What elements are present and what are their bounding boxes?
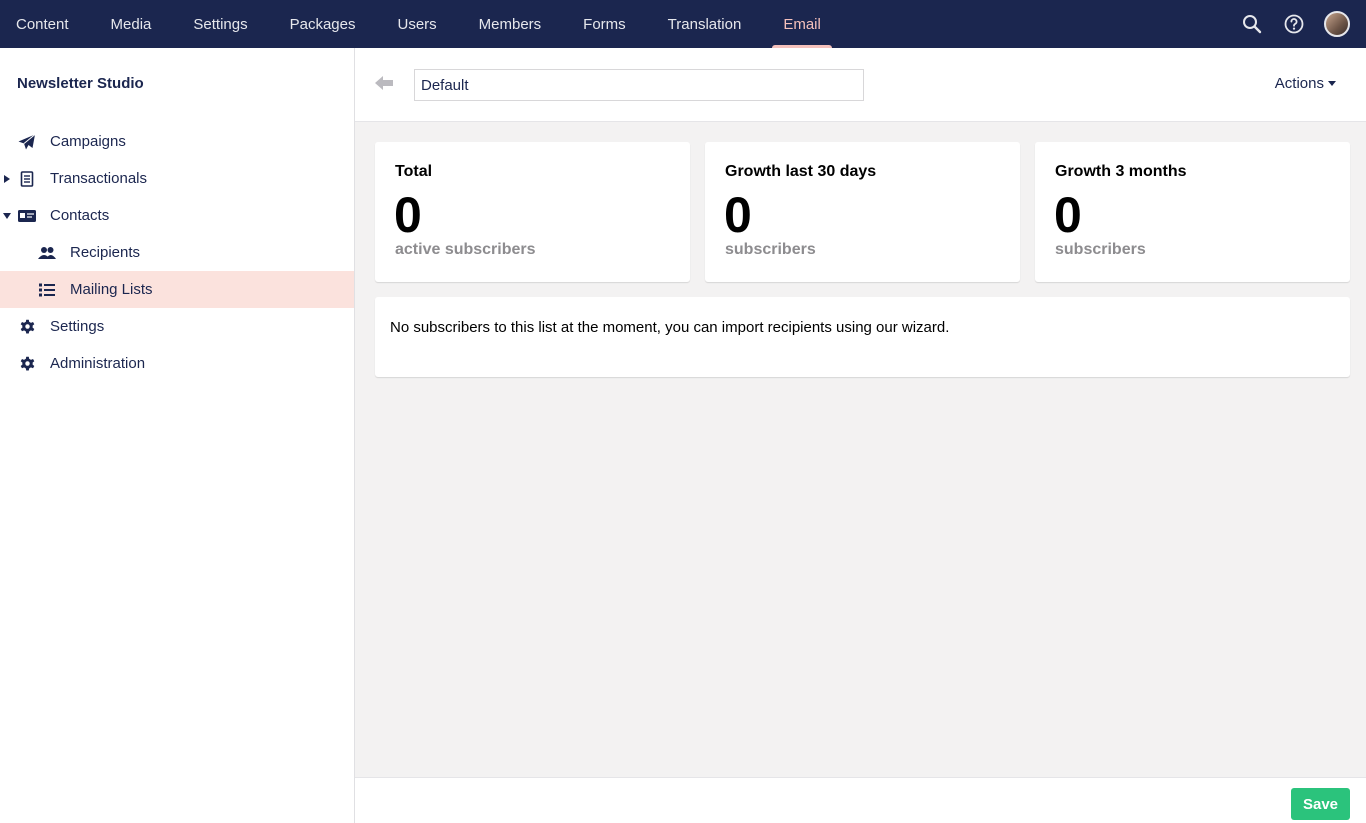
paper-plane-icon	[18, 133, 36, 151]
sidebar-item-label: Settings	[50, 318, 105, 335]
nav-translation[interactable]: Translation	[647, 0, 763, 48]
top-right-tools	[1240, 0, 1350, 48]
editor-footer: Save	[355, 777, 1366, 823]
stat-card-total: Total 0 active subscribers	[375, 142, 690, 282]
stat-title: Growth last 30 days	[725, 163, 877, 180]
stat-card-growth-30-days: Growth last 30 days 0 subscribers	[705, 142, 1020, 282]
user-avatar[interactable]	[1324, 11, 1350, 37]
top-navigation-bar: Content Media Settings Packages Users Me…	[0, 0, 1366, 48]
nav-forms[interactable]: Forms	[562, 0, 647, 48]
nav-settings[interactable]: Settings	[172, 0, 268, 48]
sidebar-title: Newsletter Studio	[17, 75, 144, 92]
search-icon[interactable]	[1240, 12, 1264, 36]
nav-users[interactable]: Users	[376, 0, 457, 48]
sidebar-item-settings[interactable]: Settings	[0, 308, 354, 345]
nav-email[interactable]: Email	[762, 0, 842, 48]
gear-icon	[18, 318, 36, 336]
stat-card-growth-3-months: Growth 3 months 0 subscribers	[1035, 142, 1350, 282]
stat-title: Growth 3 months	[1055, 163, 1187, 180]
sidebar-item-label: Mailing Lists	[70, 281, 153, 298]
section-nav: Content Media Settings Packages Users Me…	[0, 0, 842, 48]
receipt-icon	[18, 170, 36, 188]
help-icon[interactable]	[1282, 12, 1306, 36]
sidebar-item-label: Campaigns	[50, 133, 126, 150]
nav-members[interactable]: Members	[458, 0, 563, 48]
nav-media[interactable]: Media	[90, 0, 173, 48]
sidebar-item-label: Administration	[50, 355, 146, 372]
nav-content[interactable]: Content	[0, 0, 90, 48]
sidebar-item-transactionals[interactable]: Transactionals	[0, 160, 354, 197]
back-arrow-icon[interactable]	[375, 76, 395, 92]
sidebar-item-campaigns[interactable]: Campaigns	[0, 123, 354, 160]
users-icon	[38, 244, 56, 262]
stat-value: 0	[1054, 187, 1082, 243]
sidebar-item-label: Transactionals	[50, 170, 147, 187]
sidebar-tree: Campaigns Transactionals Contacts Recipi…	[0, 123, 354, 382]
stat-subtitle: subscribers	[725, 241, 816, 258]
editor-header: Actions	[355, 48, 1366, 122]
stat-subtitle: subscribers	[1055, 241, 1146, 258]
gear-icon	[18, 355, 36, 373]
stat-title: Total	[395, 163, 433, 180]
sidebar-item-administration[interactable]: Administration	[0, 345, 354, 382]
actions-label: Actions	[1274, 75, 1324, 92]
stat-subtitle: active subscribers	[395, 241, 536, 258]
id-card-icon	[18, 207, 36, 225]
caret-down-icon	[1328, 81, 1336, 86]
stat-value: 0	[394, 187, 422, 243]
empty-state-message: No subscribers to this list at the momen…	[390, 319, 950, 336]
sidebar: Newsletter Studio Campaigns Transactiona…	[0, 48, 355, 823]
actions-menu[interactable]: Actions	[1275, 75, 1336, 92]
sidebar-item-label: Recipients	[70, 244, 141, 261]
caret-down-icon[interactable]	[3, 212, 11, 220]
list-name-input[interactable]	[414, 69, 864, 101]
nav-packages[interactable]: Packages	[269, 0, 377, 48]
sidebar-item-mailing-lists[interactable]: Mailing Lists	[0, 271, 354, 308]
empty-state-panel: No subscribers to this list at the momen…	[375, 297, 1350, 377]
save-button[interactable]: Save	[1291, 788, 1350, 820]
list-icon	[38, 281, 56, 299]
sidebar-item-label: Contacts	[50, 207, 110, 224]
caret-right-icon[interactable]	[3, 174, 11, 183]
sidebar-item-contacts[interactable]: Contacts	[0, 197, 354, 234]
sidebar-item-recipients[interactable]: Recipients	[0, 234, 354, 271]
stat-value: 0	[724, 187, 752, 243]
